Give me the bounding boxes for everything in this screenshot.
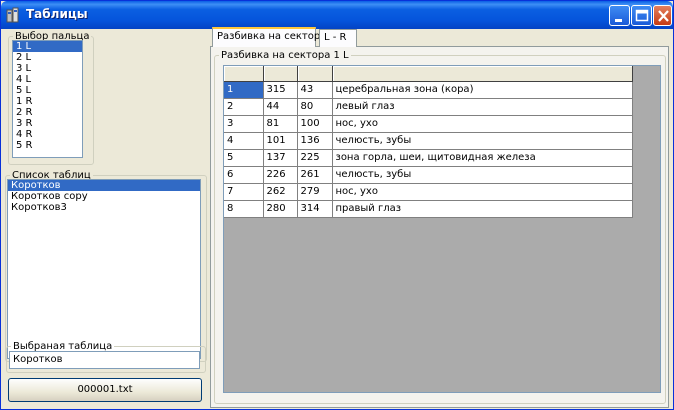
grid-cell[interactable]: 136 (297, 132, 333, 150)
grid-cell[interactable]: 5 (224, 149, 264, 167)
chosen-table-field[interactable]: Коротков (9, 351, 200, 369)
tab-sectors[interactable]: Разбивка на сектора (212, 27, 326, 47)
grid-cell[interactable]: нос, ухо (332, 115, 633, 133)
finger-list-item[interactable]: 3 L (13, 63, 82, 74)
grid-cell[interactable]: 80 (297, 98, 333, 116)
grid-cell[interactable]: 2 (224, 98, 264, 116)
table-row[interactable]: 3 81 100 нос, ухо (224, 115, 633, 133)
table-row[interactable]: 1 315 43 церебральная зона (кора) (224, 81, 633, 99)
sectors-label: Разбивка на сектора 1 L (221, 50, 349, 61)
table-row[interactable]: 6 226 261 челюсть, зубы (224, 166, 633, 184)
grid-cell[interactable]: 7 (224, 183, 264, 201)
grid-cell[interactable]: 137 (263, 149, 298, 167)
file-button[interactable]: 000001.txt (8, 378, 202, 402)
grid-header-row (224, 66, 633, 82)
maximize-icon (635, 9, 649, 22)
table-row[interactable]: 5 137 225 зона горла, шеи, щитовидная желез… (224, 149, 633, 167)
grid-cell[interactable]: 280 (263, 200, 298, 218)
sectors-table: 1 315 43 церебральная зона (кора) 2 44 80 левый… (224, 66, 633, 218)
grid-cell[interactable]: 261 (297, 166, 333, 184)
finger-list-item[interactable]: 3 R (13, 118, 82, 129)
close-icon (658, 10, 669, 22)
finger-list-item[interactable]: 4 R (13, 129, 82, 140)
tab-l-r[interactable]: L - R (319, 29, 357, 47)
minimize-icon (615, 19, 622, 22)
grid-cell[interactable]: 4 (224, 132, 264, 150)
close-button[interactable] (653, 5, 672, 26)
grid-cell[interactable]: правый глаз (332, 200, 633, 218)
grid-cell[interactable]: 279 (297, 183, 333, 201)
table-row[interactable]: 4 101 136 челюсть, зубы (224, 132, 633, 150)
table-listbox[interactable]: Коротков Коротков copy Коротков3 (7, 179, 201, 359)
finger-list-item[interactable]: 5 R (13, 140, 82, 151)
grid-cell[interactable]: 1 (224, 81, 264, 99)
grid-cell[interactable]: 81 (263, 115, 298, 133)
grid-cell[interactable]: 315 (263, 81, 298, 99)
grid-header-cell[interactable] (297, 66, 333, 82)
grid-cell[interactable]: 314 (297, 200, 333, 218)
grid-cell[interactable]: 3 (224, 115, 264, 133)
grid-cell[interactable]: зона горла, шеи, щитовидная железа (332, 149, 633, 167)
table-row[interactable]: 8 280 314 правый глаз (224, 200, 633, 218)
window-title: Таблицы (26, 7, 88, 21)
grid-cell[interactable]: челюсть, зубы (332, 132, 633, 150)
finger-list-item[interactable]: 5 L (13, 85, 82, 96)
maximize-button[interactable] (631, 5, 652, 26)
sectors-grid[interactable]: 1 315 43 церебральная зона (кора) 2 44 80 левый… (223, 65, 661, 393)
title-bar[interactable]: Таблицы (1, 1, 673, 29)
tab-panel: Разбивка на сектора 1 L 1 315 43 церебральн… (210, 46, 669, 408)
finger-list-item[interactable]: 4 L (13, 74, 82, 85)
finger-listbox[interactable]: 1 L2 L3 L4 L5 L1 R2 R3 R4 R5 R (12, 40, 83, 158)
grid-cell[interactable]: нос, ухо (332, 183, 633, 201)
grid-cell[interactable]: церебральная зона (кора) (332, 81, 633, 99)
finger-list-item[interactable]: 1 R (13, 96, 82, 107)
table-row[interactable]: 7 262 279 нос, ухо (224, 183, 633, 201)
grid-header-cell[interactable] (263, 66, 298, 82)
table-list-item[interactable]: Коротков3 (8, 202, 200, 213)
finger-list-item[interactable]: 1 L (13, 41, 82, 52)
main-window: Таблицы Выбор пальца 1 L2 L3 L4 L5 L1 R2… (0, 0, 674, 410)
table-list-item[interactable]: Коротков (8, 180, 200, 191)
finger-list-item[interactable]: 2 R (13, 107, 82, 118)
grid-header-cell[interactable] (224, 66, 264, 82)
finger-list-item[interactable]: 2 L (13, 52, 82, 63)
grid-cell[interactable]: 226 (263, 166, 298, 184)
grid-cell[interactable]: 100 (297, 115, 333, 133)
grid-cell[interactable]: челюсть, зубы (332, 166, 633, 184)
minimize-button[interactable] (609, 5, 630, 26)
table-list-item[interactable]: Коротков copy (8, 191, 200, 202)
grid-header-cell[interactable] (332, 66, 633, 82)
grid-cell[interactable]: 6 (224, 166, 264, 184)
client-area: Выбор пальца 1 L2 L3 L4 L5 L1 R2 R3 R4 R… (4, 27, 670, 408)
grid-cell[interactable]: 43 (297, 81, 333, 99)
grid-cell[interactable]: 225 (297, 149, 333, 167)
grid-cell[interactable]: 8 (224, 200, 264, 218)
app-icon (6, 7, 22, 23)
table-row[interactable]: 2 44 80 левый глаз (224, 98, 633, 116)
grid-cell[interactable]: 101 (263, 132, 298, 150)
grid-cell[interactable]: 44 (263, 98, 298, 116)
grid-cell[interactable]: 262 (263, 183, 298, 201)
grid-cell[interactable]: левый глаз (332, 98, 633, 116)
